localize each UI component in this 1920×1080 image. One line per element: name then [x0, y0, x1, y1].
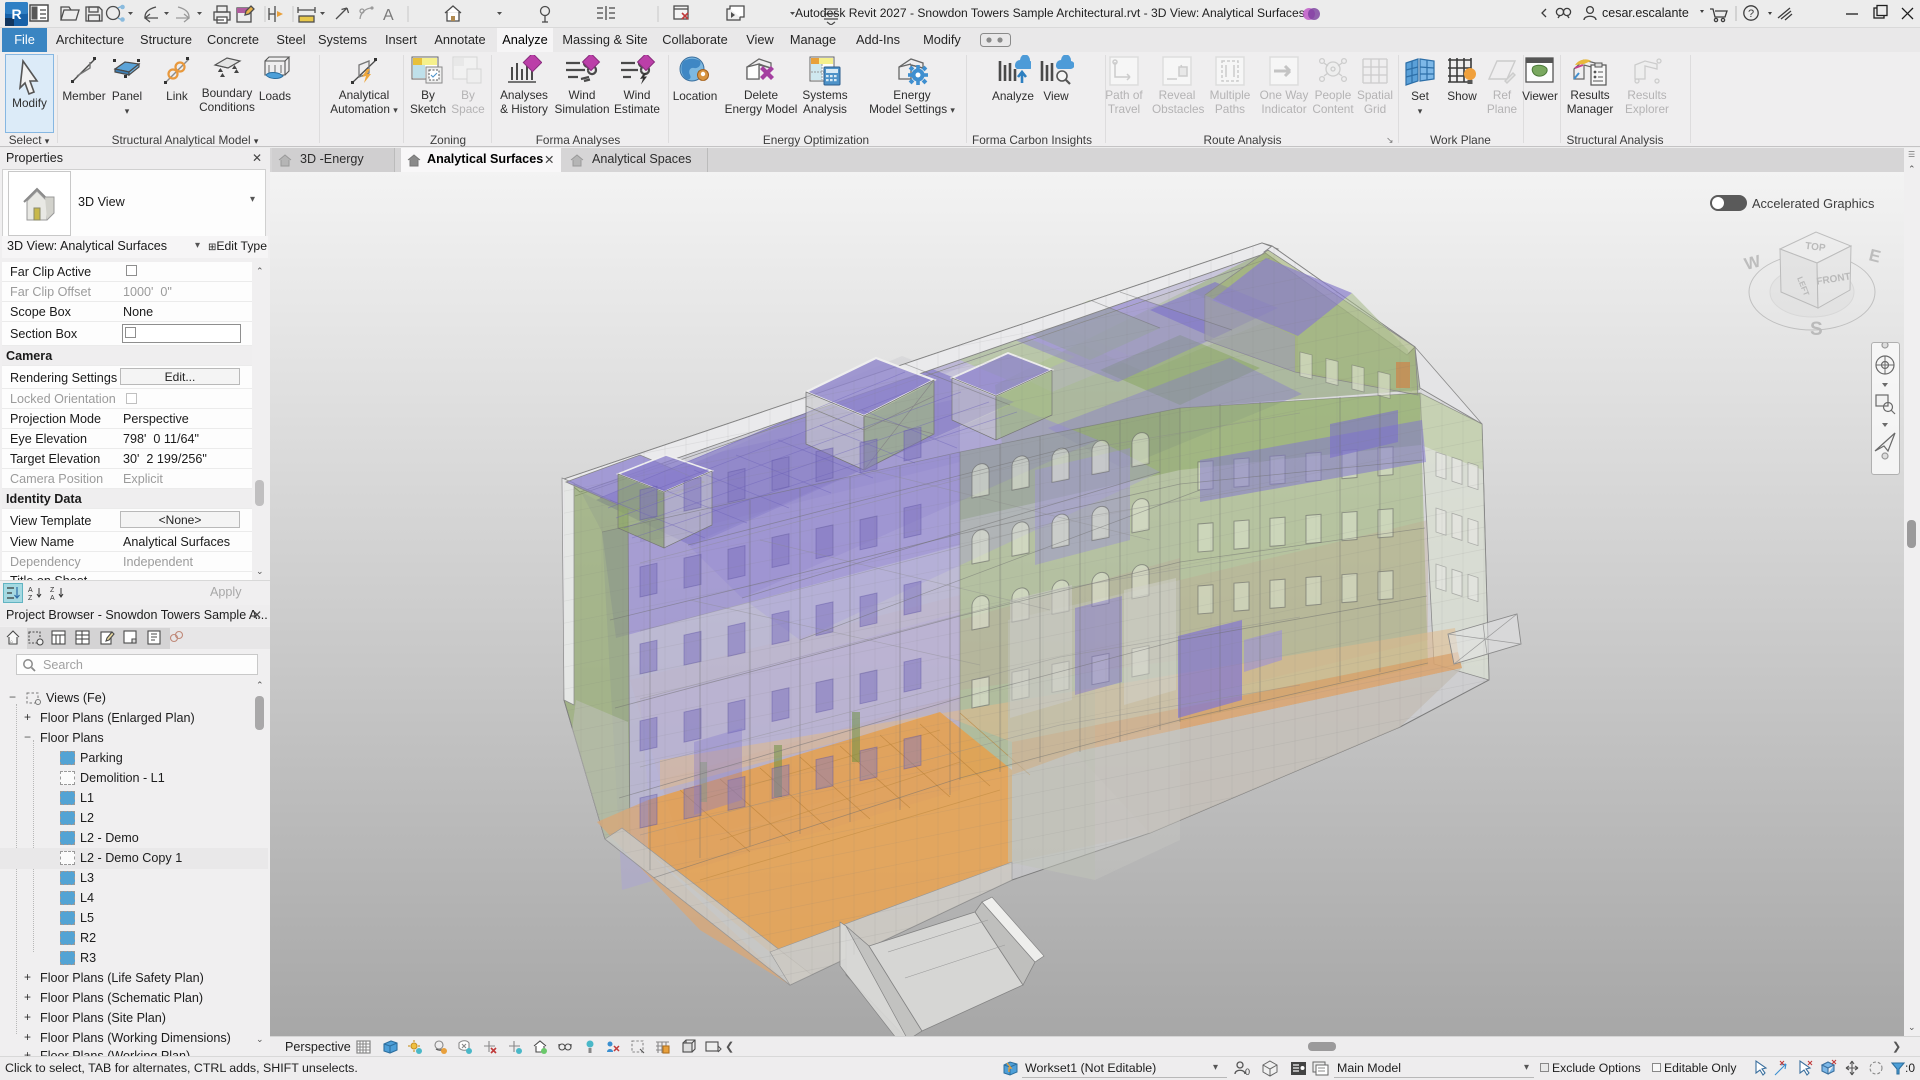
svg-text:0: 0 [1245, 1067, 1250, 1077]
svg-text:A: A [383, 7, 394, 24]
svg-text:?: ? [1748, 8, 1754, 20]
svg-text:E: E [1867, 245, 1883, 266]
svg-text:W: W [1742, 251, 1763, 274]
svg-text:S: S [1810, 319, 1823, 337]
